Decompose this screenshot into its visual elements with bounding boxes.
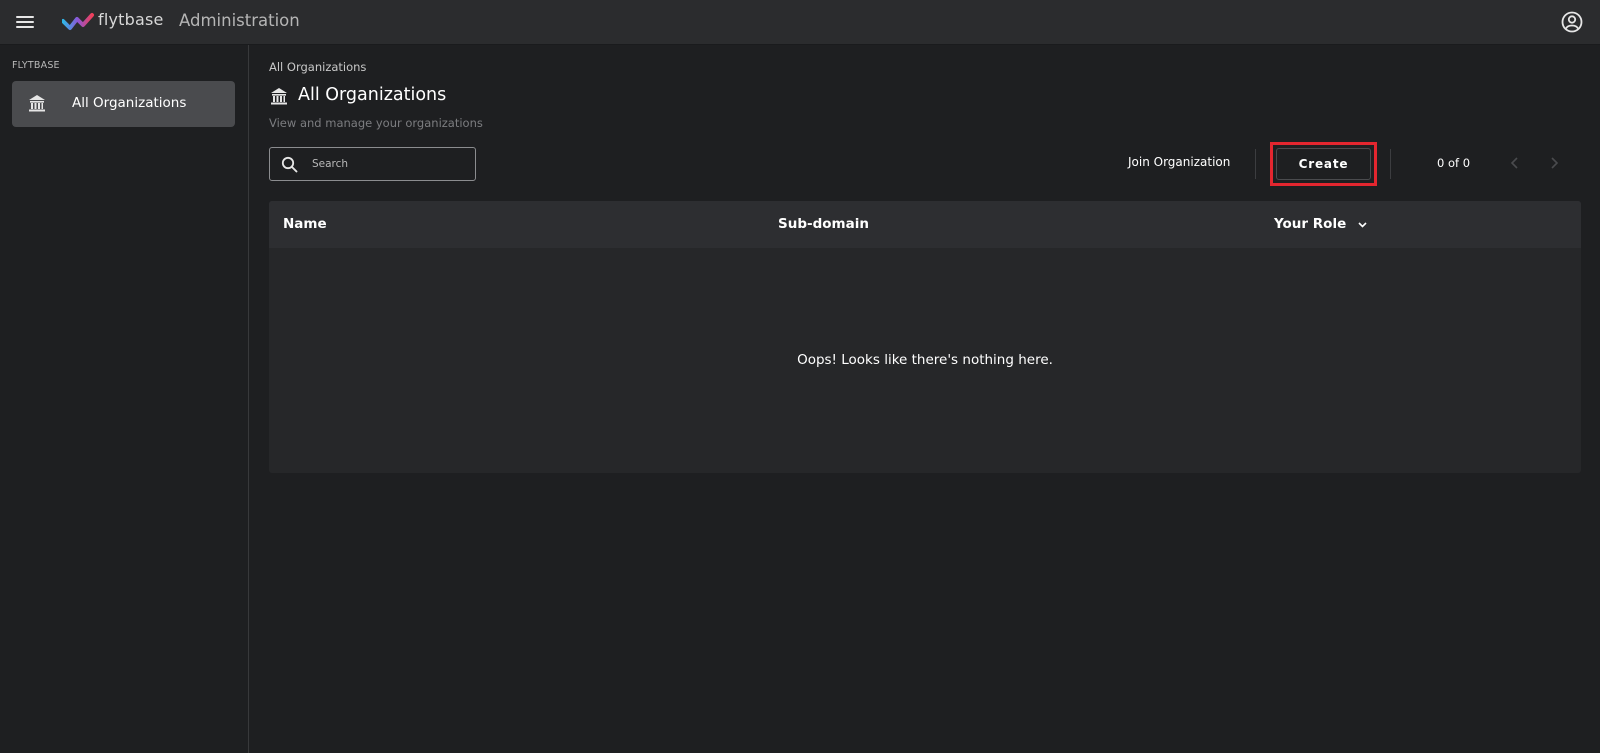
sidebar-item-all-organizations[interactable]: All Organizations bbox=[12, 81, 235, 127]
organizations-table: Name Sub-domain Your Role Oops! Looks li… bbox=[269, 201, 1581, 473]
chevron-down-icon bbox=[1358, 221, 1367, 228]
brand-name: flytbase bbox=[98, 10, 164, 29]
chevron-left-icon[interactable] bbox=[1509, 156, 1521, 170]
institution-icon bbox=[29, 95, 45, 112]
user-circle-icon[interactable] bbox=[1561, 11, 1583, 33]
sidebar: FLYTBASE All Organizations bbox=[0, 45, 249, 753]
top-bar: flytbase Administration bbox=[0, 0, 1600, 45]
column-header-sub-domain[interactable]: Sub-domain bbox=[778, 216, 869, 232]
empty-state-message: Oops! Looks like there's nothing here. bbox=[797, 352, 1053, 368]
pagination-count: 0 of 0 bbox=[1437, 156, 1471, 170]
create-button[interactable]: Create bbox=[1276, 148, 1371, 180]
search-icon bbox=[281, 156, 298, 173]
column-header-your-role[interactable]: Your Role bbox=[1274, 216, 1368, 232]
app-title: Administration bbox=[179, 11, 300, 30]
toolbar-divider bbox=[1390, 149, 1391, 179]
column-header-name[interactable]: Name bbox=[283, 216, 327, 232]
institution-icon bbox=[271, 88, 287, 105]
sidebar-section-label: FLYTBASE bbox=[12, 60, 60, 71]
page-title: All Organizations bbox=[298, 85, 447, 105]
chevron-right-icon[interactable] bbox=[1548, 156, 1560, 170]
breadcrumb[interactable]: All Organizations bbox=[269, 60, 366, 74]
search-input[interactable] bbox=[312, 156, 462, 172]
hamburger-menu-icon[interactable] bbox=[16, 13, 36, 31]
search-box[interactable] bbox=[269, 147, 476, 181]
page-subtitle: View and manage your organizations bbox=[269, 116, 483, 130]
sidebar-item-label: All Organizations bbox=[72, 95, 187, 111]
column-header-your-role-label: Your Role bbox=[1274, 216, 1347, 232]
toolbar-divider bbox=[1255, 149, 1256, 179]
table-header: Name Sub-domain Your Role bbox=[269, 201, 1581, 248]
join-organization-button[interactable]: Join Organization bbox=[1128, 155, 1230, 169]
